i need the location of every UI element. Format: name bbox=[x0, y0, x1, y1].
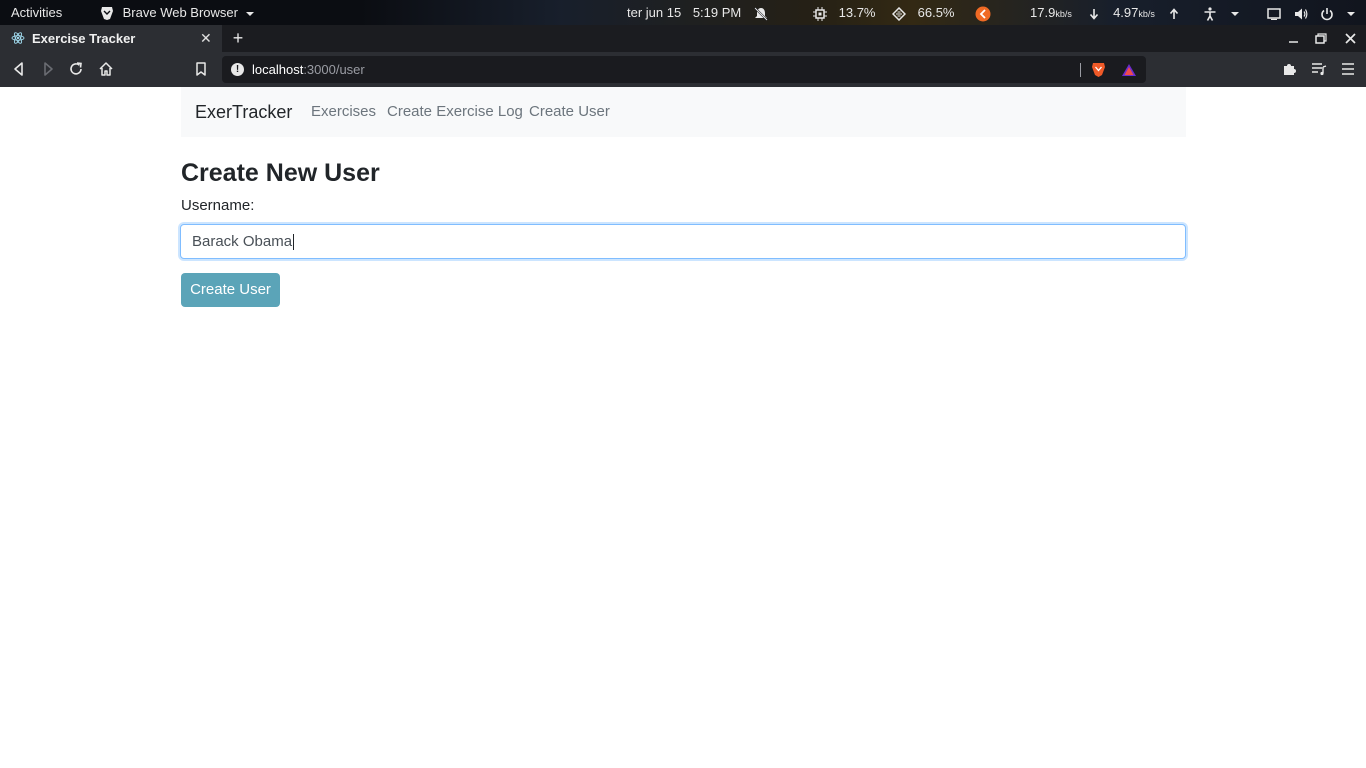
chevron-down-icon bbox=[245, 11, 254, 16]
site-info-icon[interactable]: ! bbox=[231, 63, 244, 76]
volume-icon bbox=[1294, 8, 1308, 20]
address-bar[interactable]: ! localhost:3000/user bbox=[222, 56, 1146, 83]
nav-link-create-user[interactable]: Create User bbox=[529, 87, 610, 137]
react-favicon-icon bbox=[11, 32, 25, 44]
memory-value: 66.5% bbox=[917, 5, 955, 20]
notifications-off-icon bbox=[754, 6, 768, 21]
address-bar-divider bbox=[1080, 63, 1081, 77]
system-top-bar: Activities Brave Web Browser ter jun 15 … bbox=[0, 0, 1366, 25]
brave-lion-icon bbox=[101, 7, 113, 21]
home-icon[interactable] bbox=[97, 60, 115, 78]
screen-icon bbox=[1267, 7, 1281, 20]
forward-icon[interactable] bbox=[39, 60, 57, 78]
clock[interactable]: ter jun 15 5:19 PM bbox=[627, 0, 769, 25]
nav-link-create-exercise-log[interactable]: Create Exercise Log bbox=[387, 87, 523, 137]
username-input[interactable]: Barack Obama bbox=[180, 224, 1186, 259]
brave-rewards-icon[interactable] bbox=[1121, 63, 1137, 77]
date-text: ter jun 15 bbox=[627, 5, 682, 20]
download-arrow-icon bbox=[1090, 8, 1099, 20]
brave-shields-icon[interactable] bbox=[1091, 62, 1106, 78]
back-icon[interactable] bbox=[10, 60, 28, 78]
tab-close-icon[interactable]: ✕ bbox=[200, 25, 212, 52]
cpu-value: 13.7% bbox=[838, 5, 876, 20]
tab-title: Exercise Tracker bbox=[32, 31, 136, 46]
close-window-icon[interactable] bbox=[1343, 31, 1359, 47]
activities-button[interactable]: Activities bbox=[11, 0, 62, 25]
chevron-down-icon bbox=[1230, 11, 1239, 16]
page-title: Create New User bbox=[181, 159, 380, 187]
upload-unit: kb/s bbox=[1138, 9, 1155, 19]
app-name: Brave Web Browser bbox=[122, 5, 238, 20]
nav-link-exercises[interactable]: Exercises bbox=[311, 87, 376, 137]
accessibility-icon bbox=[1204, 6, 1216, 21]
app-menu[interactable]: Brave Web Browser bbox=[100, 0, 255, 25]
restore-icon[interactable] bbox=[1313, 31, 1329, 47]
new-tab-button[interactable]: + bbox=[229, 25, 247, 52]
bookmark-icon[interactable] bbox=[192, 60, 210, 78]
upload-speed: 4.97 bbox=[1113, 5, 1139, 20]
browser-toolbar: ! localhost:3000/user bbox=[0, 52, 1366, 87]
create-user-button[interactable]: Create User bbox=[181, 273, 280, 307]
cpu-indicator[interactable]: 13.7% bbox=[813, 0, 876, 25]
cpu-icon bbox=[813, 6, 827, 21]
chevron-down-icon bbox=[1346, 11, 1355, 16]
tab-strip: Exercise Tracker ✕ + bbox=[0, 25, 1366, 52]
navbar-brand[interactable]: ExerTracker bbox=[195, 87, 292, 137]
tab-exercise-tracker[interactable]: Exercise Tracker ✕ bbox=[0, 25, 222, 52]
accessibility-menu[interactable] bbox=[1203, 0, 1240, 25]
system-menu[interactable] bbox=[1267, 0, 1356, 25]
url-host: localhost bbox=[252, 62, 304, 77]
extensions-icon[interactable] bbox=[1281, 60, 1299, 78]
text-cursor bbox=[293, 234, 295, 251]
brave-update-icon bbox=[975, 6, 991, 22]
minimize-icon[interactable] bbox=[1286, 31, 1302, 47]
media-queue-icon[interactable] bbox=[1310, 60, 1328, 78]
memory-icon bbox=[892, 6, 906, 21]
url-path: :3000/user bbox=[303, 62, 365, 77]
power-icon bbox=[1321, 7, 1333, 20]
url-text[interactable]: localhost:3000/user bbox=[252, 56, 365, 83]
brave-update-indicator[interactable] bbox=[975, 0, 991, 25]
network-indicator[interactable]: 17.9kb/s 4.97kb/s bbox=[1030, 0, 1179, 25]
reload-icon[interactable] bbox=[67, 60, 85, 78]
download-speed: 17.9 bbox=[1030, 5, 1056, 20]
username-label: Username: bbox=[181, 197, 255, 214]
menu-icon[interactable] bbox=[1339, 60, 1357, 78]
memory-indicator[interactable]: 66.5% bbox=[892, 0, 955, 25]
upload-arrow-icon bbox=[1169, 7, 1178, 19]
username-value: Barack Obama bbox=[192, 233, 293, 250]
time-text: 5:19 PM bbox=[692, 5, 742, 20]
download-unit: kb/s bbox=[1055, 9, 1072, 19]
app-navbar: ExerTracker Exercises Create Exercise Lo… bbox=[181, 87, 1186, 137]
page-content: ExerTracker Exercises Create Exercise Lo… bbox=[0, 87, 1366, 768]
